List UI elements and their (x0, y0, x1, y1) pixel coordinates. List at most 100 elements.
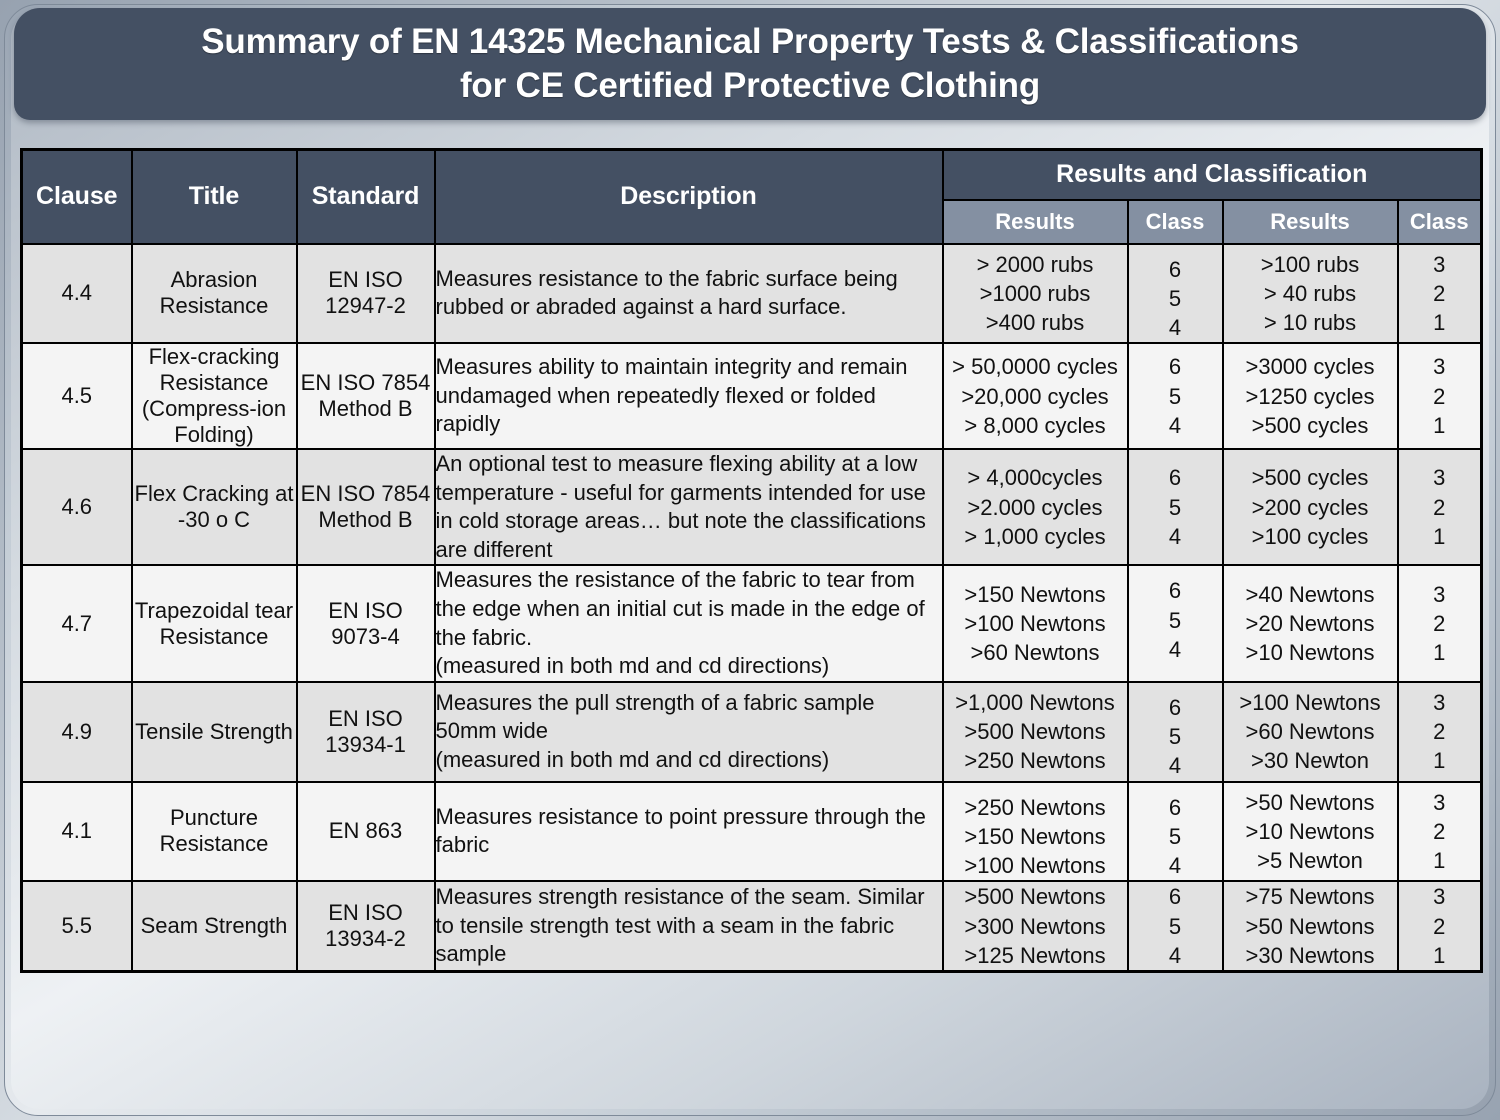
cell-results-b-line: > 10 rubs (1263, 310, 1357, 335)
table-row: 4.1 Puncture Resistance EN 863 Measures res… (20, 780, 1483, 883)
cell-title: Abrasion Resistance (130, 242, 298, 345)
cell-results-a-line: >250 Newtons (964, 748, 1106, 774)
cell-results-a: >150 Newtons >100 Newtons >60 Newtons (941, 564, 1129, 683)
cell-class-a-line: 6 (1168, 256, 1182, 282)
cell-class-b: 3 2 1 (1396, 564, 1483, 683)
cell-results-a-stack: > 50,0000 cycles >20,000 cycles > 8,000 cy… (944, 352, 1127, 440)
cell-results-b-line: >5 Newton (1257, 848, 1363, 874)
header-results-b: Results (1221, 198, 1399, 245)
header-row-primary: Clause Title Standard Description Result… (20, 148, 1483, 245)
cell-class-b-stack: 3 2 1 (1399, 688, 1481, 776)
cell-title: Trapezoidal tear Resistance (130, 564, 298, 683)
cell-class-a-stack: 6 5 4 (1129, 882, 1222, 970)
cell-description: Measures resistance to the fabric surfac… (433, 242, 944, 345)
cell-results-b-line: >30 Newtons (1245, 942, 1375, 968)
cell-class-a-line: 4 (1168, 753, 1182, 779)
cell-class-b-line: 1 (1433, 412, 1446, 438)
cell-results-b-stack: >3000 cycles >1250 cycles >500 cycles (1224, 352, 1397, 440)
cell-class-b: 3 2 1 (1396, 780, 1483, 883)
cell-class-a-stack: 6 5 4 (1129, 693, 1222, 781)
cell-class-a-line: 5 (1168, 285, 1182, 311)
cell-class-b-line: 1 (1433, 942, 1446, 968)
table-row: 4.6 Flex Cracking at -30 o C EN ISO 7854 M… (20, 448, 1483, 567)
cell-results-b-line: >100 Newtons (1239, 689, 1381, 715)
cell-class-a-line: 4 (1168, 412, 1182, 438)
cell-class-b-line: 3 (1433, 789, 1446, 815)
cell-class-a-line: 5 (1168, 823, 1182, 849)
cell-results-b: >500 cycles >200 cycles >100 cycles (1221, 448, 1399, 567)
table-body: 4.4 Abrasion Resistance EN ISO 12947-2 Meas… (20, 242, 1483, 973)
header-standard: Standard (295, 148, 436, 245)
cell-results-b-line: >500 cycles (1251, 412, 1369, 438)
header-description: Description (433, 148, 944, 245)
cell-class-a-line: 4 (1168, 636, 1182, 662)
cell-class-a-line: 4 (1168, 853, 1182, 879)
cell-class-b-line: 2 (1433, 383, 1446, 409)
cell-class-b-line: 3 (1433, 251, 1446, 277)
cell-title: Flex-cracking Resistance (Compress-ion F… (130, 342, 298, 451)
cell-results-b: >3000 cycles >1250 cycles >500 cycles (1221, 342, 1399, 451)
cell-results-a-line: >1,000 Newtons (955, 689, 1115, 715)
table-row: 4.5 Flex-cracking Resistance (Compress-io… (20, 342, 1483, 451)
header-title: Title (130, 148, 298, 245)
cell-class-b-stack: 3 2 1 (1399, 580, 1481, 668)
cell-results-a-line: >150 Newtons (964, 823, 1106, 849)
cell-standard: EN ISO 9073-4 (295, 564, 436, 683)
cell-title: Flex Cracking at -30 o C (130, 448, 298, 567)
cell-results-a-line: > 2000 rubs (976, 251, 1094, 277)
cell-results-a-line: >500 Newtons (964, 719, 1106, 745)
table-row: 4.7 Trapezoidal tear Resistance EN ISO 907… (20, 564, 1483, 683)
cell-results-a-line: >150 Newtons (964, 581, 1106, 607)
cell-results-b: >100 rubs > 40 rubs > 10 rubs (1221, 242, 1399, 345)
cell-class-b-line: 3 (1433, 465, 1446, 491)
cell-description: Measures ability to maintain integrity a… (433, 342, 944, 451)
cell-results-b: >75 Newtons >50 Newtons >30 Newtons (1221, 880, 1399, 973)
cell-class-b-line: 2 (1433, 913, 1446, 939)
cell-class-a-line: 6 (1168, 794, 1182, 820)
cell-class-a: 6 5 4 (1126, 448, 1224, 567)
page-title-line2: for CE Certified Protective Clothing (459, 66, 1041, 105)
cell-results-a-stack: >250 Newtons >150 Newtons >100 Newtons (944, 793, 1127, 881)
cell-class-a-line: 5 (1168, 383, 1182, 409)
cell-class-a-line: 4 (1168, 942, 1182, 968)
cell-results-b-line: >10 Newtons (1245, 818, 1375, 844)
title-banner: Summary of EN 14325 Mechanical Property … (14, 8, 1486, 120)
cell-class-b-line: 2 (1433, 719, 1446, 745)
cell-results-a-line: > 4,000cycles (967, 465, 1103, 491)
cell-class-b-stack: 3 2 1 (1399, 352, 1481, 440)
cell-results-b-line: >100 cycles (1251, 523, 1369, 549)
cell-class-a-line: 5 (1168, 607, 1182, 633)
cell-class-a-stack: 6 5 4 (1129, 576, 1222, 664)
cell-results-b-stack: >75 Newtons >50 Newtons >30 Newtons (1224, 882, 1397, 970)
cell-class-b-line: 2 (1433, 494, 1446, 520)
cell-clause: 4.1 (20, 780, 133, 883)
cell-class-a-stack: 6 5 4 (1129, 352, 1222, 440)
cell-description: Measures resistance to point pressure th… (433, 780, 944, 883)
cell-class-b: 3 2 1 (1396, 242, 1483, 345)
cell-results-a-line: >300 Newtons (964, 913, 1106, 939)
cell-class-b: 3 2 1 (1396, 680, 1483, 783)
cell-clause: 4.5 (20, 342, 133, 451)
cell-clause: 4.4 (20, 242, 133, 345)
cell-class-a-line: 6 (1168, 694, 1182, 720)
cell-title: Puncture Resistance (130, 780, 298, 883)
cell-results-a-stack: > 2000 rubs >1000 rubs >400 rubs (944, 250, 1127, 338)
cell-results-b-line: >50 Newtons (1245, 789, 1375, 815)
cell-class-b-line: 3 (1433, 689, 1446, 715)
header-class-a: Class (1126, 198, 1224, 245)
table-row: 4.9 Tensile Strength EN ISO 13934-1 Measure… (20, 680, 1483, 783)
cell-class-a-line: 4 (1168, 523, 1182, 549)
table-head: Clause Title Standard Description Result… (20, 148, 1483, 245)
header-results-a: Results (941, 198, 1129, 245)
cell-results-a-line: >2.000 cycles (967, 494, 1103, 520)
cell-class-b-line: 3 (1433, 581, 1446, 607)
cell-class-a: 6 5 4 (1126, 680, 1224, 783)
cell-results-b-line: >20 Newtons (1245, 611, 1375, 636)
cell-class-a-line: 5 (1168, 913, 1182, 939)
cell-results-a-stack: > 4,000cycles >2.000 cycles > 1,000 cycles (944, 463, 1127, 551)
cell-results-b-line: >40 Newtons (1245, 581, 1375, 607)
cell-results-b-line: > 40 rubs (1263, 280, 1357, 306)
page-title-line1: Summary of EN 14325 Mechanical Property … (201, 22, 1299, 62)
cell-results-a: >250 Newtons >150 Newtons >100 Newtons (941, 780, 1129, 883)
cell-results-a-line: > 50,0000 cycles (952, 354, 1118, 380)
